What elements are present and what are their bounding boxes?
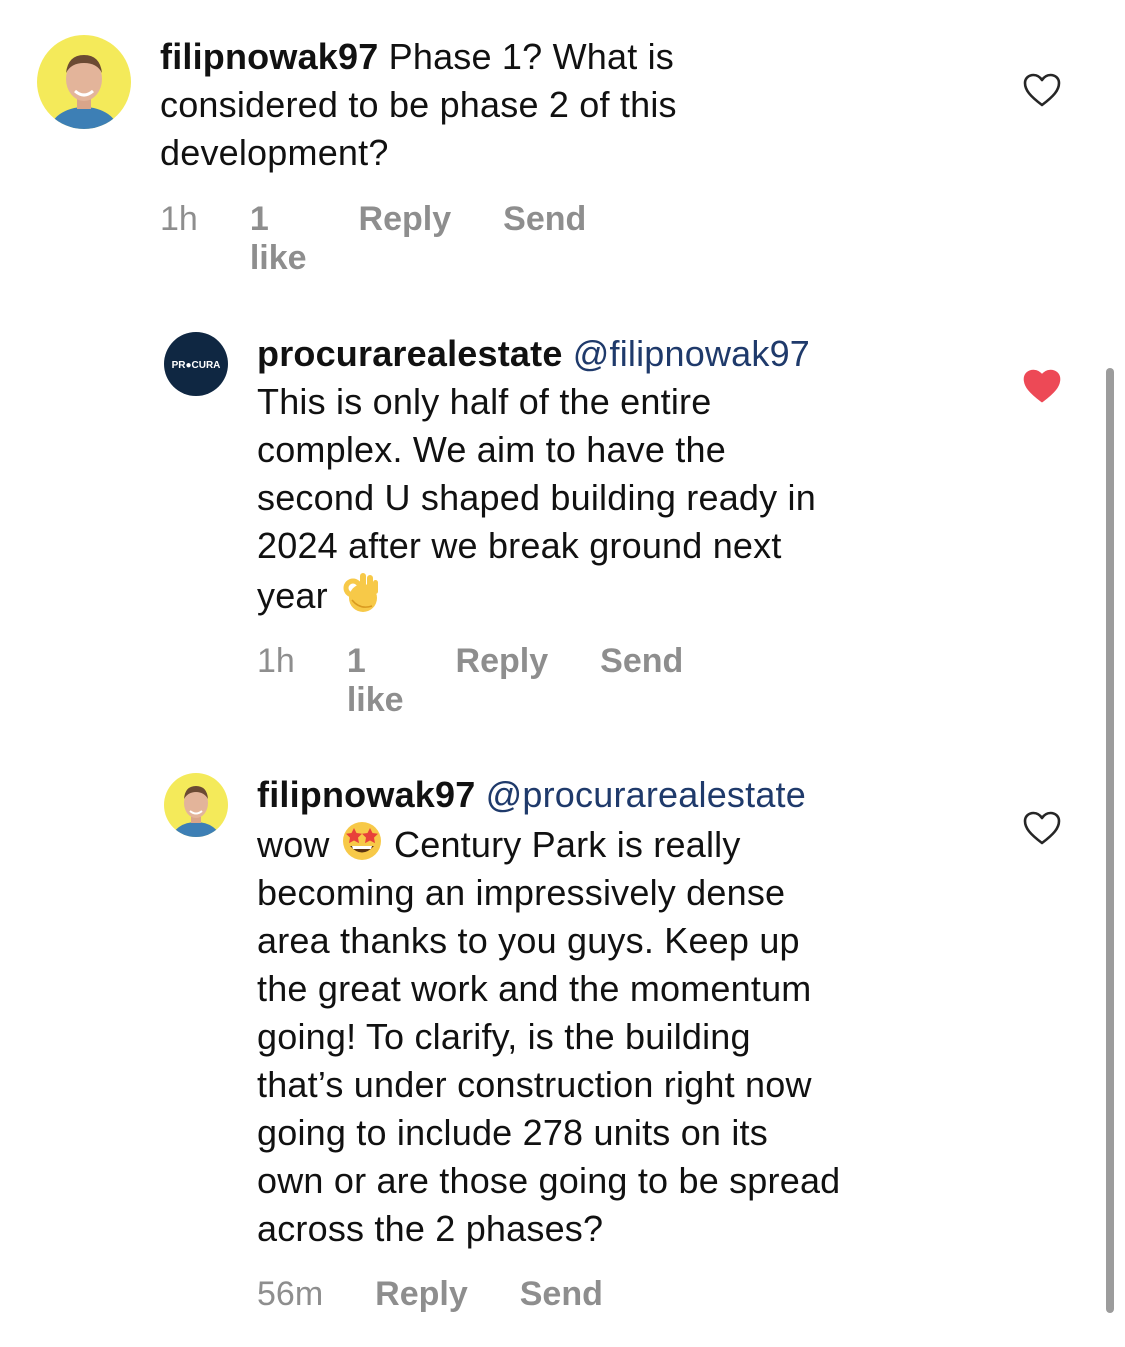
send-button[interactable]: Send (520, 1275, 603, 1314)
username[interactable]: procurarealestate (257, 333, 563, 374)
comment-text-line: complex. We aim to have the (257, 429, 726, 470)
comment-text-line: development? (160, 132, 389, 173)
comment-text-line: own or are those going to be spread (257, 1160, 841, 1201)
likes-count[interactable]: 1 like (250, 200, 307, 278)
username[interactable]: filipnowak97 (257, 774, 475, 815)
comment-text: Phase 1? What is (378, 36, 675, 77)
like-heart-filled-icon[interactable] (1022, 368, 1062, 404)
comment-text-line: that’s under construction right now (257, 1064, 812, 1105)
comment-text-line: the great work and the momentum (257, 968, 812, 1009)
likes-count[interactable]: 1 like (347, 642, 404, 720)
avatar-logo-text: PR●CURA (172, 360, 221, 371)
comment-text-line: second U shaped building ready in (257, 477, 816, 518)
like-heart-icon[interactable] (1022, 72, 1062, 108)
comment-text-line: filipnowak97 Phase 1? What is (160, 33, 1000, 81)
comment-text: year (257, 575, 328, 616)
mention-link[interactable]: @filipnowak97 (573, 333, 810, 374)
comment-text-line: filipnowak97 @procurarealestate (257, 771, 1037, 819)
username[interactable]: filipnowak97 (160, 36, 378, 77)
avatar[interactable] (37, 35, 131, 129)
timestamp: 1h (257, 642, 295, 680)
avatar[interactable]: PR●CURA (164, 332, 228, 396)
comment-text-line: area thanks to you guys. Keep up (257, 920, 800, 961)
comment-text-line: 2024 after we break ground next (257, 525, 782, 566)
timestamp: 56m (257, 1275, 324, 1313)
comment-text-line: going! To clarify, is the building (257, 1016, 751, 1057)
reply-button[interactable]: Reply (456, 642, 549, 681)
scrollbar[interactable] (1106, 368, 1114, 1313)
send-button[interactable]: Send (600, 642, 683, 681)
comment-meta: 1h 1 like Reply Send (257, 642, 735, 720)
comment-text-line: considered to be phase 2 of this (160, 84, 677, 125)
comment-text-line: This is only half of the entire (257, 381, 712, 422)
star-struck-emoji-icon (340, 819, 384, 863)
comment-text-line: going to include 278 units on its (257, 1112, 768, 1153)
comment-text: wow (257, 824, 340, 865)
reply-button[interactable]: Reply (375, 1275, 468, 1314)
comment-text-line: procurarealestate @filipnowak97 (257, 330, 1017, 378)
comment-text-line: becoming an impressively dense (257, 872, 786, 913)
comment-meta: 56m Reply Send (257, 1275, 655, 1314)
comment-text-line: year (257, 570, 1017, 620)
mention-link[interactable]: @procurarealestate (486, 774, 806, 815)
timestamp: 1h (160, 200, 198, 238)
send-button[interactable]: Send (503, 200, 586, 239)
comment-text-line: wow Century Park is really (257, 819, 1037, 869)
avatar[interactable] (164, 773, 228, 837)
like-heart-icon[interactable] (1022, 810, 1062, 846)
reply-button[interactable]: Reply (359, 200, 452, 239)
ok-hand-emoji-icon (338, 570, 382, 614)
comment-meta: 1h 1 like Reply Send (160, 200, 638, 278)
comment-text: Century Park is really (383, 824, 741, 865)
comment-text-line: across the 2 phases? (257, 1208, 604, 1249)
